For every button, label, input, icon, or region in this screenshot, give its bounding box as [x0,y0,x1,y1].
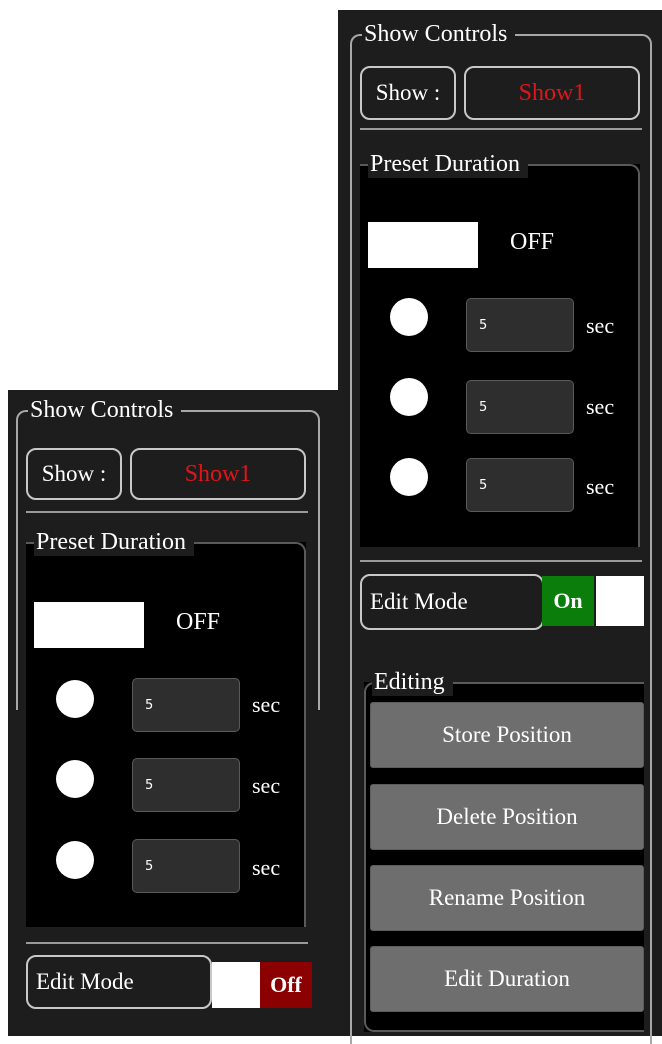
preset-unit-3: sec [252,855,281,880]
edit-mode-label: Edit Mode [26,955,212,1009]
toggle-knob [212,962,260,1008]
divider [360,128,642,130]
edit-mode-text: Edit Mode [370,589,468,614]
delete-position-button[interactable]: Delete Position [370,784,644,850]
edit-mode-toggle-label: On [542,576,594,626]
right-panel: Show Controls Show : Show1 Preset Durati… [338,10,662,1044]
preset-toggle-switch[interactable] [34,602,144,648]
preset-unit-1: sec [586,313,615,338]
edit-mode-toggle[interactable]: Off [212,962,312,1008]
edit-mode-toggle-label: Off [260,962,312,1008]
preset-toggle-state: OFF [176,609,221,635]
preset-radio-2[interactable] [56,760,94,798]
preset-duration-title: Preset Duration [368,150,528,178]
show-value: Show1 [184,460,252,487]
preset-duration-input-3[interactable] [132,839,240,893]
preset-unit-1: sec [252,692,281,717]
show-value: Show1 [518,79,586,106]
left-panel: Show Controls Show : Show1 Preset Durati… [8,390,338,1036]
preset-unit-3: sec [586,474,615,499]
show-select-button[interactable]: Show1 [464,66,640,120]
show-label: Show : [375,80,441,105]
divider [26,511,308,513]
show-label: Show : [41,461,107,486]
preset-radio-3[interactable] [56,841,94,879]
preset-radio-1[interactable] [390,298,428,336]
divider [26,942,308,944]
preset-radio-3[interactable] [390,458,428,496]
preset-unit-2: sec [252,773,281,798]
divider [360,560,642,562]
preset-toggle-state: OFF [510,229,555,255]
edit-mode-toggle[interactable]: On [542,576,644,626]
edit-mode-text: Edit Mode [36,969,134,994]
editing-title: Editing [372,668,453,696]
preset-radio-1[interactable] [56,680,94,718]
preset-duration-input-2[interactable] [132,758,240,812]
toggle-knob [596,576,644,626]
preset-duration-input-1[interactable] [132,678,240,732]
show-select-button[interactable]: Show1 [130,448,306,500]
preset-duration-input-1[interactable] [466,298,574,352]
preset-radio-2[interactable] [390,378,428,416]
preset-duration-title: Preset Duration [34,528,194,556]
show-controls-title: Show Controls [28,396,182,424]
preset-duration-input-3[interactable] [466,458,574,512]
preset-duration-input-2[interactable] [466,380,574,434]
delete-position-label: Delete Position [436,804,578,829]
show-label-button[interactable]: Show : [360,66,456,120]
preset-toggle-switch[interactable] [368,222,478,268]
rename-position-button[interactable]: Rename Position [370,865,644,931]
edit-mode-label: Edit Mode [360,574,544,630]
edit-duration-label: Edit Duration [444,966,570,991]
rename-position-label: Rename Position [428,885,586,910]
store-position-button[interactable]: Store Position [370,702,644,768]
store-position-label: Store Position [442,722,572,747]
show-controls-title: Show Controls [362,20,516,48]
edit-duration-button[interactable]: Edit Duration [370,946,644,1012]
preset-unit-2: sec [586,394,615,419]
show-label-button[interactable]: Show : [26,448,122,500]
